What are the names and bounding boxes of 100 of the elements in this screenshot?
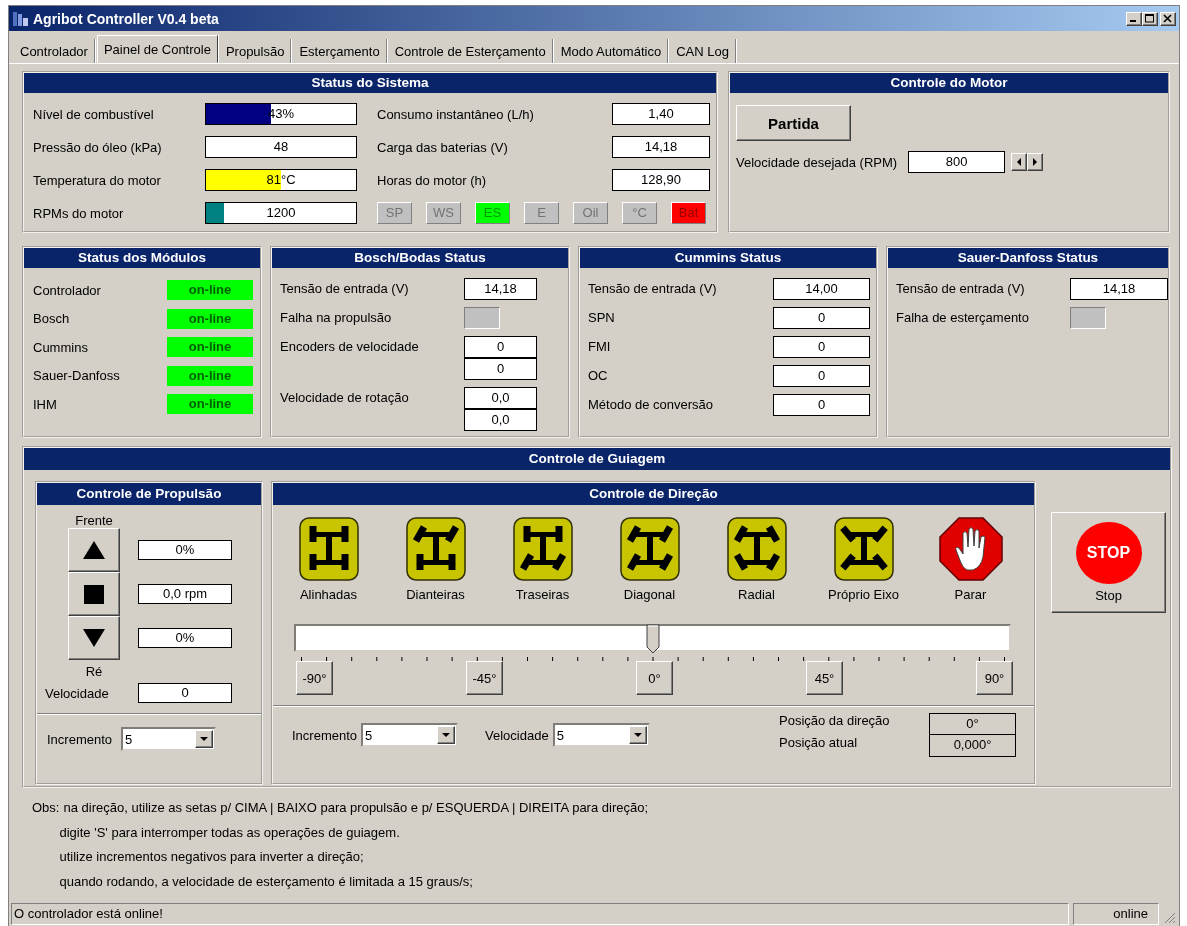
dropdown-arrow-icon[interactable] xyxy=(632,731,643,739)
module-name: IHM xyxy=(33,396,58,412)
module-name: Controlador xyxy=(33,282,102,298)
note-text: na direção, utilize as setas p/ CIMA | BAIXO para propulsão e p/ ESQUERDA | DIREITA para direção; xyxy=(63,799,649,817)
speed-field[interactable]: 800 xyxy=(908,151,1006,173)
field-label: Incremento xyxy=(47,731,113,747)
field-label: Encoders de velocidade xyxy=(280,338,420,356)
field-label: RPMs do motor xyxy=(33,205,125,221)
value-field: 0,0 xyxy=(464,409,537,431)
mode-button[interactable]: Traseiras xyxy=(489,517,596,602)
status-badge: on-line xyxy=(167,337,253,357)
decrease-button[interactable] xyxy=(1011,153,1028,171)
value-field: 0 xyxy=(464,358,537,380)
increment-dropdown[interactable]: 5 xyxy=(121,727,217,751)
mode-button[interactable]: Próprio Eixo xyxy=(810,517,917,602)
panel-header: Bosch/Bodas Status xyxy=(272,248,568,268)
axle-mode-icon[interactable] xyxy=(726,517,787,581)
note-text: quando rodando, a velocidade de esterçamento é limitada a 15 graus/s; xyxy=(59,872,474,891)
window-title: Agribot Controller V0.4 beta xyxy=(33,10,219,27)
field-label: Posição atual xyxy=(779,735,859,752)
gauge-bar: 81°C xyxy=(205,169,357,191)
tab[interactable]: Controlador xyxy=(14,39,95,63)
status-badge: on-line xyxy=(167,365,253,386)
status-badge: on-line xyxy=(167,308,253,329)
down-triangle-icon[interactable] xyxy=(82,627,106,649)
panel-header: Status do Sistema xyxy=(24,73,716,93)
status-indicator: Oil xyxy=(573,202,608,224)
value-field: 14,18 xyxy=(464,278,537,300)
axle-mode-icon[interactable] xyxy=(512,517,573,581)
stop-sign-icon[interactable]: STOP xyxy=(1075,522,1142,584)
value-field: 0 xyxy=(773,394,870,416)
slider-thumb[interactable] xyxy=(645,624,660,654)
angle-button[interactable]: 45° xyxy=(806,661,843,695)
angle-button[interactable]: 90° xyxy=(976,661,1013,695)
tab[interactable]: Painel de Controle xyxy=(96,35,218,63)
field-label: Falha na propulsão xyxy=(280,309,393,327)
field-label: Falha de esterçamento xyxy=(896,309,1030,327)
panel-header: Controle de Direção xyxy=(273,483,1034,505)
steering-slider[interactable] xyxy=(294,624,1011,652)
left-arrow-icon[interactable] xyxy=(1015,157,1024,167)
field-label: Velocidade de rotação xyxy=(280,389,410,407)
status-indicator: WS xyxy=(426,202,461,224)
axle-mode-icon[interactable] xyxy=(405,517,466,581)
readout-field: 0% xyxy=(138,540,232,560)
status-indicator: °C xyxy=(622,202,657,224)
stop-hand-icon[interactable] xyxy=(938,517,1003,581)
mode-button[interactable]: Alinhadas xyxy=(275,517,382,602)
start-button[interactable]: Partida xyxy=(736,105,851,141)
value-field: 14,18 xyxy=(612,136,710,158)
position-field: 0,000° xyxy=(929,735,1016,757)
field-label: Tensão de entrada (V) xyxy=(896,280,1026,298)
angle-button[interactable]: 0° xyxy=(636,661,673,695)
status-message: O controlador está online! xyxy=(11,903,1069,925)
panel-header: Status dos Módulos xyxy=(24,248,260,268)
panel-header: Sauer-Danfoss Status xyxy=(888,248,1168,268)
value-field: 0 xyxy=(773,365,870,387)
stop-button[interactable]: STOP Stop xyxy=(1051,512,1166,613)
panel-header: Controle de Propulsão xyxy=(37,483,261,505)
status-indicator: Bat xyxy=(671,202,706,224)
resize-grip-icon[interactable] xyxy=(1163,911,1177,925)
tab[interactable]: Esterçamento xyxy=(293,39,387,63)
reverse-button[interactable] xyxy=(68,616,120,660)
axle-mode-icon[interactable] xyxy=(833,517,894,581)
field-label: Velocidade xyxy=(45,685,109,701)
angle-button[interactable]: -45° xyxy=(466,661,503,695)
status-indicator: SP xyxy=(377,202,412,224)
module-name: Sauer-Danfoss xyxy=(33,368,121,383)
field-label: Consumo instantâneo (L/h) xyxy=(377,106,535,122)
right-arrow-icon[interactable] xyxy=(1031,157,1040,167)
speed-field[interactable]: 0 xyxy=(138,683,232,703)
increment-dropdown[interactable]: 5 xyxy=(361,723,459,747)
mode-button[interactable]: Dianteiras xyxy=(382,517,489,602)
position-field: 0° xyxy=(929,713,1016,735)
square-icon[interactable] xyxy=(82,583,106,605)
mode-button[interactable]: Diagonal xyxy=(596,517,703,602)
tab[interactable]: Propulsão xyxy=(219,39,292,63)
panel-header: Controle de Guiagem xyxy=(24,448,1170,470)
field-label: Velocidade xyxy=(485,727,549,743)
stop-button[interactable] xyxy=(68,572,120,616)
tab[interactable]: Controle de Esterçamento xyxy=(388,39,553,63)
tab[interactable]: CAN Log xyxy=(670,39,736,63)
forward-button[interactable] xyxy=(68,528,120,572)
direction-label: Frente xyxy=(75,513,113,528)
increase-button[interactable] xyxy=(1027,153,1044,171)
dropdown-arrow-icon[interactable] xyxy=(441,731,452,739)
value-field: 14,18 xyxy=(1070,278,1168,300)
up-triangle-icon[interactable] xyxy=(82,539,106,561)
panel-header: Controle do Motor xyxy=(730,73,1168,93)
mode-button[interactable]: Parar xyxy=(917,517,1024,602)
module-name: Bosch xyxy=(33,311,71,326)
field-label: Pressão do óleo (kPa) xyxy=(33,139,163,155)
field-label: Incremento xyxy=(292,727,358,743)
angle-button[interactable]: -90° xyxy=(296,661,333,695)
axle-mode-icon[interactable] xyxy=(298,517,359,581)
mode-button[interactable]: Radial xyxy=(703,517,810,602)
speed-dropdown[interactable]: 5 xyxy=(552,723,650,747)
tab[interactable]: Modo Automático xyxy=(554,39,669,63)
field-label: Horas do motor (h) xyxy=(377,172,488,188)
axle-mode-icon[interactable] xyxy=(619,517,680,581)
dropdown-arrow-icon[interactable] xyxy=(199,735,210,743)
